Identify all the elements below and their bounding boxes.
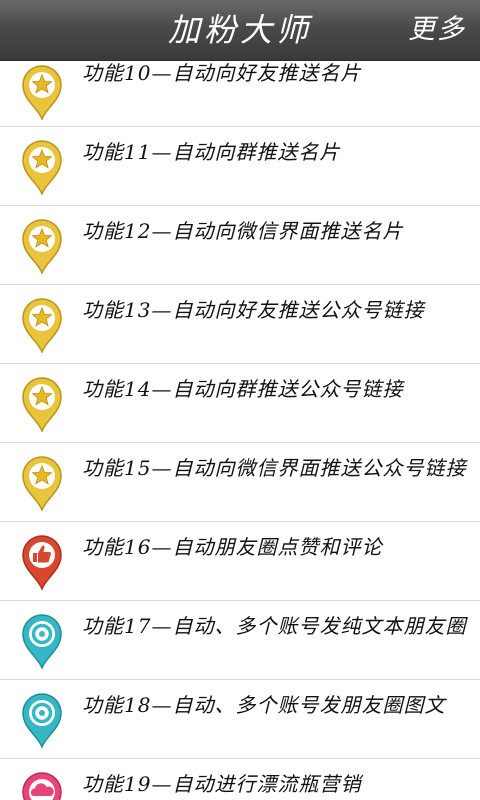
list-item[interactable]: 功能19—自动进行漂流瓶营销 <box>0 759 480 800</box>
list-item-label: 功能11—自动向群推送名片 <box>82 140 341 164</box>
list-item-label: 功能14—自动向群推送公众号链接 <box>82 377 404 401</box>
list-item[interactable]: 功能17—自动、多个账号发纯文本朋友圈 <box>0 601 480 680</box>
list-item-label: 功能18—自动、多个账号发朋友圈图文 <box>82 693 446 717</box>
list-item[interactable]: 功能15—自动向微信界面推送公众号链接 <box>0 443 480 522</box>
top-bar: 加粉大师 更多 <box>0 0 480 61</box>
list-item-label: 功能15—自动向微信界面推送公众号链接 <box>82 456 467 480</box>
list-item-label: 功能13—自动向好友推送公众号链接 <box>82 298 425 322</box>
list-item-label: 功能19—自动进行漂流瓶营销 <box>82 772 362 796</box>
star-pin-icon <box>22 140 62 195</box>
cloud-pin-icon <box>22 772 62 800</box>
thumbs-up-pin-icon <box>22 535 62 590</box>
list-item-label: 功能10—自动向好友推送名片 <box>82 61 362 85</box>
list-item-label: 功能16—自动朋友圈点赞和评论 <box>82 535 383 559</box>
star-pin-icon <box>22 456 62 511</box>
star-pin-icon <box>22 377 62 432</box>
star-pin-icon <box>22 65 62 120</box>
list-item[interactable]: 功能14—自动向群推送公众号链接 <box>0 364 480 443</box>
list-item[interactable]: 功能11—自动向群推送名片 <box>0 127 480 206</box>
list-item[interactable]: 功能13—自动向好友推送公众号链接 <box>0 285 480 364</box>
star-pin-icon <box>22 298 62 353</box>
list-item[interactable]: 功能18—自动、多个账号发朋友圈图文 <box>0 680 480 759</box>
feature-list: 功能10—自动向好友推送名片 功能11—自动向群推送名片 功能12—自动向微信界… <box>0 60 480 800</box>
list-item[interactable]: 功能10—自动向好友推送名片 <box>0 60 480 127</box>
list-item[interactable]: 功能12—自动向微信界面推送名片 <box>0 206 480 285</box>
camera-pin-icon <box>22 614 62 669</box>
camera-pin-icon <box>22 693 62 748</box>
list-item[interactable]: 功能16—自动朋友圈点赞和评论 <box>0 522 480 601</box>
list-item-label: 功能17—自动、多个账号发纯文本朋友圈 <box>82 614 467 638</box>
star-pin-icon <box>22 219 62 274</box>
list-item-label: 功能12—自动向微信界面推送名片 <box>82 219 404 243</box>
more-button[interactable]: 更多 <box>408 0 466 60</box>
